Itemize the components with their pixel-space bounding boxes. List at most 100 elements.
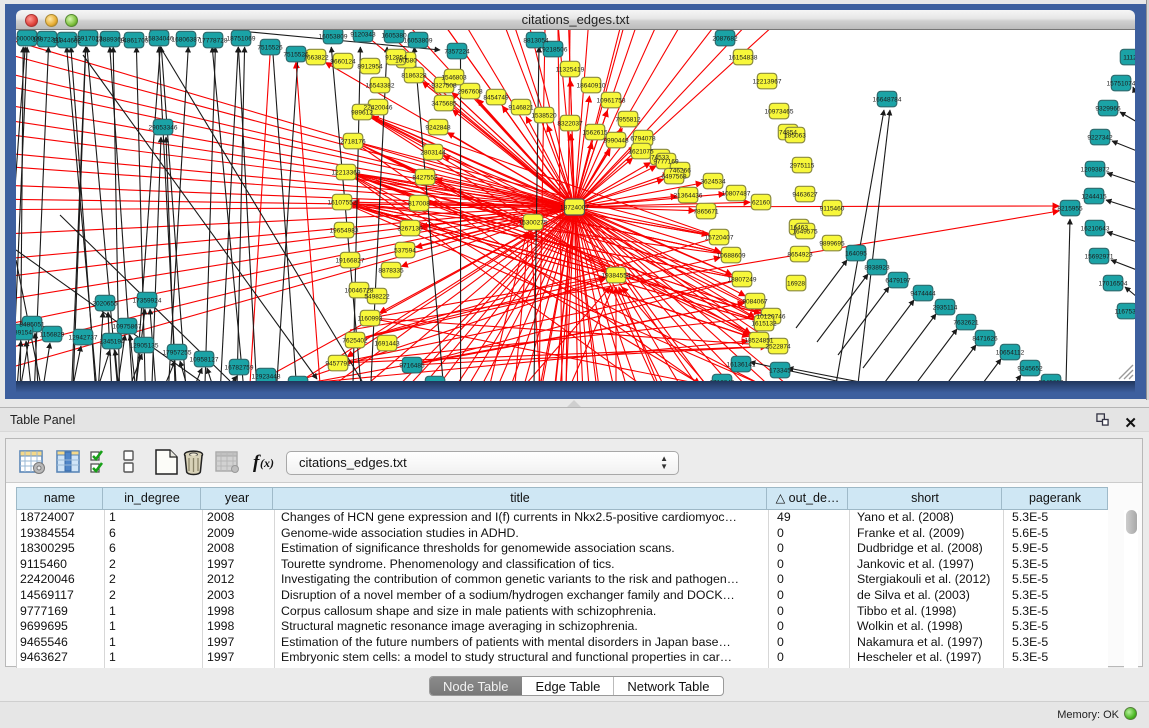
svg-text:1160993: 1160993 [358,316,383,323]
svg-text:10688609: 10688609 [717,253,746,260]
svg-text:9777169: 9777169 [653,159,679,166]
svg-text:12213369: 12213369 [332,170,361,177]
svg-text:16154838: 16154838 [729,55,758,62]
svg-text:19384554: 19384554 [602,273,631,280]
svg-text:8427552: 8427552 [412,175,438,182]
svg-text:9245652: 9245652 [1017,366,1043,373]
svg-text:16782759: 16782759 [225,365,254,372]
svg-text:12942737: 12942737 [69,335,98,342]
svg-text:16053809: 16053809 [319,34,348,41]
svg-text:2935114: 2935114 [933,305,958,312]
svg-text:9227342: 9227342 [1087,135,1113,142]
svg-text:9327508: 9327508 [431,83,457,90]
svg-text:16543382: 16543382 [366,83,395,90]
svg-text:10807487: 10807487 [722,191,751,198]
svg-text:15834046: 15834046 [145,36,174,43]
svg-text:3624534: 3624534 [700,179,726,186]
svg-text:9242848: 9242848 [425,125,451,132]
svg-text:9146821: 9146821 [508,105,534,112]
svg-text:12213967: 12213967 [753,79,782,86]
svg-text:2803144: 2803144 [420,150,446,157]
svg-text:8878335: 8878335 [378,268,404,275]
svg-text:17778728: 17778728 [199,38,228,45]
svg-text:1538520: 1538520 [531,113,557,120]
svg-text:18724007: 18724007 [560,205,589,212]
svg-text:2087682: 2087682 [712,36,738,43]
svg-text:10958127: 10958127 [190,357,219,364]
svg-text:3267130: 3267130 [397,226,423,233]
svg-text:7357224: 7357224 [444,49,470,56]
svg-text:7625402: 7625402 [342,338,368,345]
svg-text:16648784: 16648784 [873,97,902,104]
svg-text:164095: 164095 [845,251,867,258]
svg-text:1691443: 1691443 [374,341,400,348]
svg-text:12905135: 12905135 [130,343,159,350]
svg-text:15720407: 15720407 [705,235,734,242]
svg-text:18807249: 18807249 [728,277,757,284]
svg-text:16107552: 16107552 [328,200,357,207]
svg-text:173345: 173345 [769,368,791,375]
svg-text:16053809: 16053809 [404,38,433,45]
svg-text:1156829: 1156829 [40,332,65,339]
svg-text:39154: 39154 [16,330,32,337]
svg-text:16210643: 16210643 [1081,226,1110,233]
svg-text:19218506: 19218506 [539,47,568,54]
svg-text:8186328: 8186328 [401,73,427,80]
svg-text:8485051: 8485051 [19,322,45,329]
svg-text:8654923: 8654923 [787,252,813,259]
svg-text:7865671: 7865671 [693,209,719,216]
svg-text:1345194: 1345194 [99,339,125,346]
svg-text:6497568: 6497568 [661,174,687,181]
svg-text:989612: 989612 [351,110,373,117]
svg-text:17359924: 17359924 [133,298,162,305]
svg-text:62160: 62160 [752,200,770,207]
svg-text:17016504: 17016504 [1099,281,1128,288]
svg-text:10961758: 10961758 [597,98,626,105]
svg-text:9716485: 9716485 [399,363,425,370]
svg-text:9474444: 9474444 [910,291,936,298]
svg-text:19166827: 19166827 [336,258,365,265]
svg-text:185063: 185063 [784,133,806,140]
svg-text:16928: 16928 [787,281,805,288]
svg-text:9120343: 9120343 [350,32,376,39]
svg-text:12093872: 12093872 [1081,167,1110,174]
svg-text:10975867: 10975867 [113,324,142,331]
svg-text:1244415: 1244415 [1081,194,1107,201]
svg-text:9899695: 9899695 [819,241,845,248]
svg-text:8471626: 8471626 [972,336,998,343]
svg-text:15300275: 15300275 [519,220,548,227]
svg-text:1562615: 1562615 [582,130,608,137]
svg-text:1167531: 1167531 [1115,309,1135,316]
svg-text:2975115: 2975115 [790,163,815,170]
svg-text:(x): (x) [260,456,274,470]
svg-text:7632621: 7632621 [953,320,979,327]
svg-text:19654983: 19654983 [330,228,359,235]
svg-text:2020655: 2020655 [92,301,118,308]
svg-text:817008: 817008 [408,201,430,208]
svg-text:8322037: 8322037 [557,121,583,128]
svg-text:1546803: 1546803 [441,75,467,82]
svg-text:9463627: 9463627 [792,192,818,199]
svg-text:29053346: 29053346 [149,125,178,132]
svg-text:8912954: 8912954 [357,64,383,71]
svg-text:9457791: 9457791 [325,361,351,368]
svg-text:10654112: 10654112 [996,350,1025,357]
svg-text:9084067: 9084067 [742,299,768,306]
svg-text:2522874: 2522874 [765,344,791,351]
svg-text:9329966: 9329966 [1095,106,1121,113]
svg-text:8938923: 8938923 [864,265,890,272]
svg-text:17957255: 17957255 [163,350,192,357]
svg-text:7515526: 7515526 [257,45,283,52]
svg-text:8215955: 8215955 [1057,206,1083,213]
svg-text:7663822: 7663822 [303,55,329,62]
svg-text:9660124: 9660124 [330,59,356,66]
svg-text:8454749: 8454749 [483,95,509,102]
svg-text:2718176: 2718176 [340,139,366,146]
svg-text:8813054: 8813054 [523,38,549,45]
svg-text:11325419: 11325419 [556,67,585,74]
svg-text:16806387: 16806387 [172,37,201,44]
svg-text:6794078: 6794078 [630,136,656,143]
svg-text:21364436: 21364436 [674,193,703,200]
svg-text:16136141: 16136141 [727,362,756,369]
svg-text:18751069: 18751069 [227,36,256,43]
